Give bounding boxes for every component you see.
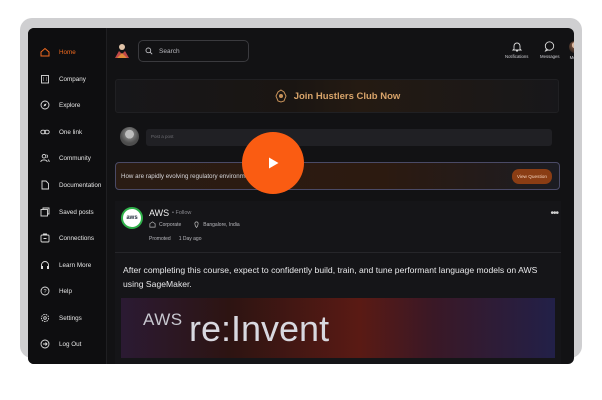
post-location-label: Bangalore, India [203, 221, 240, 228]
sidebar-item-learn-more[interactable]: Learn More [39, 257, 91, 273]
sidebar-item-one-link[interactable]: One link [39, 124, 82, 140]
sidebar-item-label: Saved posts [59, 208, 94, 216]
sidebar-item-label: Connections [59, 234, 95, 242]
compass-icon [39, 100, 50, 111]
avatar [569, 41, 574, 53]
sidebar-item-label: Learn More [59, 261, 92, 269]
promoted-badge: Promoted [149, 236, 171, 242]
view-question-label: View Question [516, 174, 547, 179]
sidebar-item-label: Settings [59, 314, 82, 322]
building-icon [39, 74, 50, 85]
aws-logo-icon[interactable]: aws [121, 207, 143, 229]
sidebar-item-documentation[interactable]: Documentation [39, 177, 101, 193]
post-meta-secondary: Promoted 1 Day ago [149, 236, 201, 242]
hustlers-club-banner[interactable]: Join Hustlers Club Now [115, 79, 559, 113]
notifications-button[interactable]: Notifications [505, 41, 528, 59]
messages-button[interactable]: Messages [540, 41, 560, 59]
sidebar-item-settings[interactable]: Settings [39, 310, 82, 326]
me-label: Me ⌄ [569, 55, 574, 60]
search-input[interactable]: Search [138, 40, 249, 62]
play-button[interactable] [242, 132, 304, 194]
media-line-reinvent: re:Invent [189, 308, 330, 349]
link-icon [39, 127, 50, 138]
sidebar-item-home[interactable]: Home [39, 44, 76, 60]
sidebar-item-label: One link [59, 128, 83, 136]
home-icon [39, 47, 50, 58]
question-card[interactable]: How are rapidly evolving regulatory envi… [115, 162, 560, 190]
view-question-button[interactable]: View Question [511, 169, 552, 184]
post-input-placeholder: Post a post [151, 134, 174, 139]
sidebar-item-label: Help [59, 287, 72, 295]
divider [115, 252, 561, 253]
help-icon: ? [39, 286, 50, 297]
more-options-icon[interactable]: ••• [550, 208, 558, 219]
post-type: Corporate [149, 221, 181, 228]
building-icon [149, 221, 156, 228]
profile-menu[interactable]: Me ⌄ [569, 41, 574, 61]
post-age: 1 Day ago [178, 236, 202, 242]
search-icon [145, 47, 153, 55]
follow-button[interactable]: • Follow [172, 210, 191, 216]
sidebar-item-label: Log Out [59, 340, 82, 348]
logout-icon [39, 339, 50, 350]
search-placeholder: Search [159, 47, 180, 55]
people-icon [39, 153, 50, 164]
main-content: Search Notifications Messages Me ⌄ Join … [108, 28, 574, 364]
post-meta: Corporate Bangalore, India [149, 221, 240, 228]
bookmark-icon [39, 207, 50, 218]
lion-crest-icon [275, 89, 287, 103]
post-location: Bangalore, India [193, 221, 240, 228]
post-body: After completing this course, expect to … [123, 265, 538, 289]
headphones-icon [39, 260, 50, 271]
post-company-name[interactable]: AWS [149, 208, 169, 218]
post-input[interactable]: Post a post [146, 129, 552, 146]
app-screen: Home Company Explore One link Community … [28, 28, 574, 364]
settings-icon [39, 313, 50, 324]
post-card: aws AWS • Follow Corporate Bangalore, In… [115, 201, 561, 364]
sidebar-item-label: Community [59, 154, 91, 162]
avatar [120, 127, 139, 146]
sidebar-item-saved-posts[interactable]: Saved posts [39, 204, 94, 220]
chat-bubble-icon [544, 41, 555, 52]
notifications-label: Notifications [505, 54, 529, 59]
post-type-label: Corporate [159, 221, 182, 228]
media-line-aws: AWS [143, 310, 183, 329]
app-logo-icon[interactable] [113, 42, 131, 60]
sidebar-item-community[interactable]: Community [39, 150, 91, 166]
bell-icon [511, 42, 522, 52]
play-icon [269, 157, 279, 169]
messages-label: Messages [540, 54, 560, 59]
sidebar-item-company[interactable]: Company [39, 71, 86, 87]
post-composer: Post a post [120, 127, 564, 151]
sidebar-item-log-out[interactable]: Log Out [39, 336, 81, 352]
sidebar-item-label: Explore [59, 101, 81, 109]
sidebar-item-label: Company [59, 75, 86, 83]
sidebar-item-help[interactable]: ? Help [39, 283, 72, 299]
sidebar-item-connections[interactable]: Connections [39, 230, 94, 246]
sidebar-item-label: Home [59, 48, 76, 56]
connections-icon [39, 233, 50, 244]
document-icon [39, 180, 50, 191]
location-pin-icon [194, 221, 199, 228]
svg-text:?: ? [43, 289, 46, 295]
post-media[interactable]: AWS re:Invent [121, 298, 555, 358]
banner-text: Join Hustlers Club Now [293, 90, 401, 102]
sidebar-item-label: Documentation [59, 181, 102, 189]
sidebar-item-explore[interactable]: Explore [39, 97, 80, 113]
sidebar: Home Company Explore One link Community … [28, 28, 107, 364]
